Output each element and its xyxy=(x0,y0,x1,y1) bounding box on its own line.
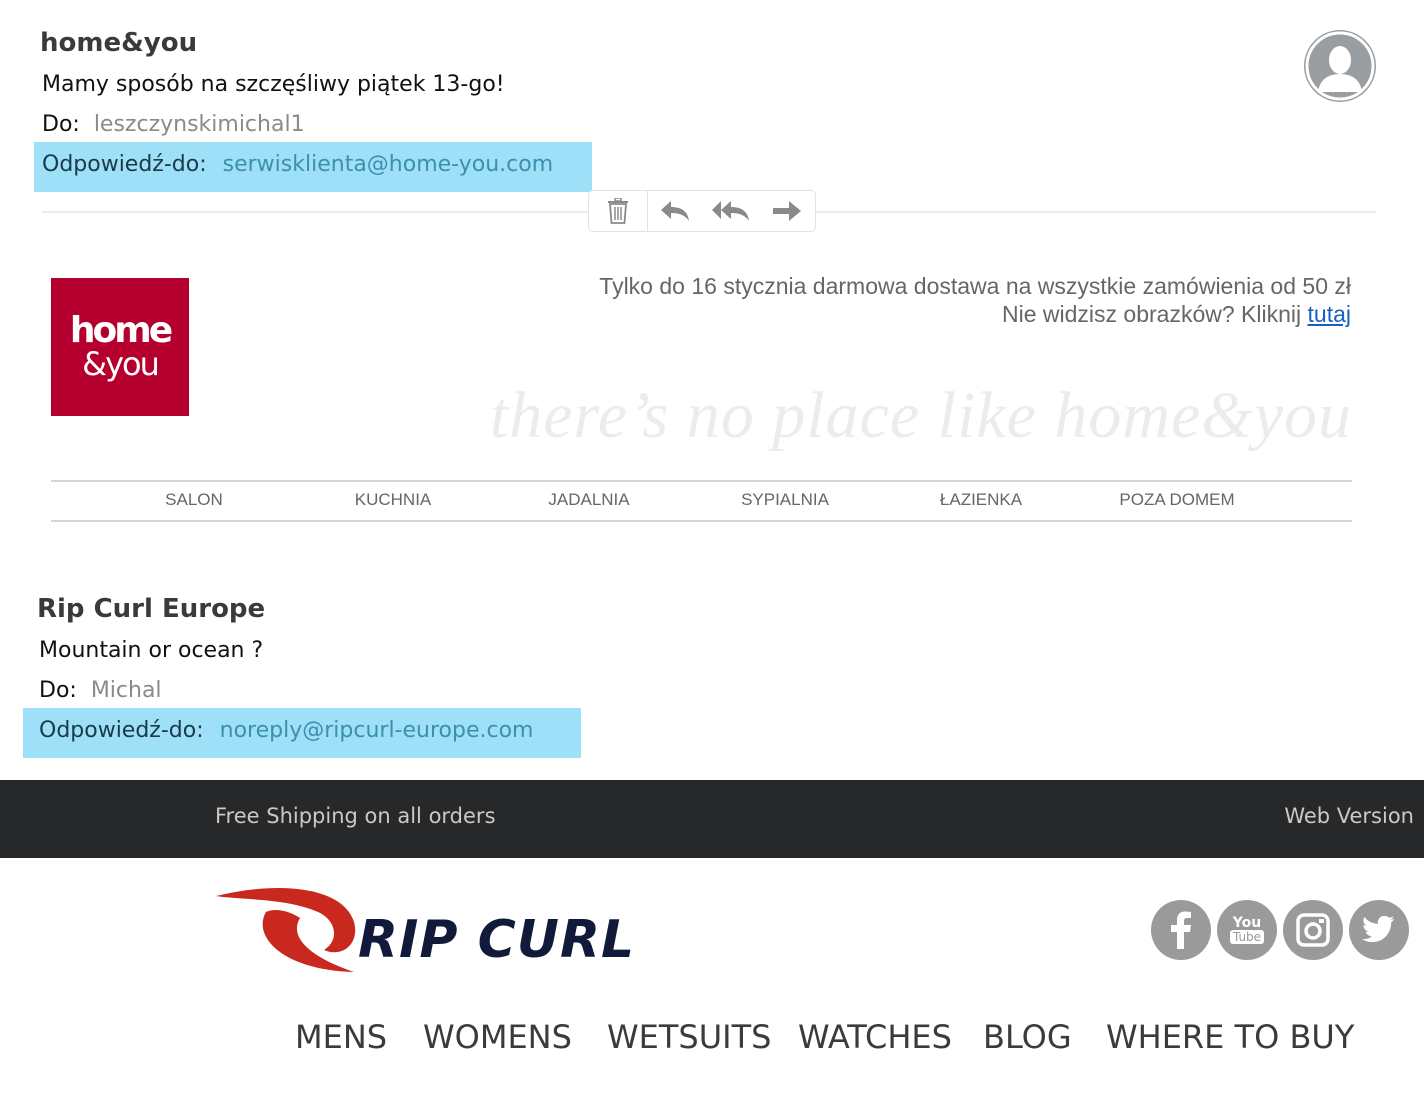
promo-line-images: Nie widzisz obrazków? Kliknij tutaj xyxy=(599,300,1351,328)
email2-to-row: Do: Michal xyxy=(39,678,162,703)
web-version-link[interactable]: Web Version xyxy=(1284,804,1414,828)
homeyou-nav-sypialnia[interactable]: SYPIALNIA xyxy=(741,490,829,510)
reply-to-label: Odpowiedź-do: xyxy=(39,718,204,743)
email1-subject: Mamy sposób na szczęśliwy piątek 13-go! xyxy=(42,72,505,97)
logo-line-you: &you xyxy=(82,345,160,383)
email2-sender: Rip Curl Europe xyxy=(37,594,266,624)
ripcurl-nav-watches[interactable]: WATCHES xyxy=(798,1018,952,1056)
ripcurl-nav-where-to-buy[interactable]: WHERE TO BUY xyxy=(1106,1018,1354,1056)
trash-icon xyxy=(608,198,628,224)
reply-to-value[interactable]: serwisklienta@home-you.com xyxy=(223,152,553,177)
homeyou-nav-jadalnia[interactable]: JADALNIA xyxy=(548,490,629,510)
forward-icon xyxy=(773,201,801,221)
to-label: Do: xyxy=(42,112,80,137)
ripcurl-top-bar: Free Shipping on all orders Web Version xyxy=(0,780,1424,858)
to-label: Do: xyxy=(39,678,77,703)
ripcurl-nav-mens[interactable]: MENS xyxy=(295,1018,387,1056)
header-divider-right xyxy=(814,211,1376,213)
homeyou-nav-salon[interactable]: SALON xyxy=(165,490,223,510)
youtube-button[interactable]: You Tube xyxy=(1217,900,1277,960)
free-shipping-text: Free Shipping on all orders xyxy=(215,804,496,828)
ripcurl-logo-text: RIP CURL xyxy=(358,910,636,970)
to-value[interactable]: leszczynskimichal1 xyxy=(94,112,305,137)
youtube-tube-text: Tube xyxy=(1229,930,1265,944)
homeyou-tagline: there’s no place like home&you xyxy=(489,379,1352,452)
instagram-icon xyxy=(1296,913,1330,947)
homeyou-nav-lazienka[interactable]: ŁAZIENKA xyxy=(940,490,1022,510)
reply-to-label: Odpowiedź-do: xyxy=(42,152,207,177)
promo-images-text: Nie widzisz obrazków? Kliknij xyxy=(1002,301,1308,327)
twitter-icon xyxy=(1362,916,1395,943)
reply-button[interactable] xyxy=(648,191,702,231)
promo-line-shipping: Tylko do 16 stycznia darmowa dostawa na … xyxy=(599,273,1351,299)
homeyou-nav: SALON KUCHNIA JADALNIA SYPIALNIA ŁAZIENK… xyxy=(51,480,1352,522)
twitter-button[interactable] xyxy=(1349,900,1409,960)
ripcurl-nav-blog[interactable]: BLOG xyxy=(983,1018,1072,1056)
homeyou-logo[interactable]: home &you xyxy=(51,278,189,416)
email1-to-row: Do: leszczynskimichal1 xyxy=(42,112,305,137)
promo-text: Tylko do 16 stycznia darmowa dostawa na … xyxy=(599,272,1351,328)
reply-to-value[interactable]: noreply@ripcurl-europe.com xyxy=(220,718,534,743)
avatar[interactable] xyxy=(1304,30,1376,102)
facebook-button[interactable] xyxy=(1151,900,1211,960)
ripcurl-nav-wetsuits[interactable]: WETSUITS xyxy=(607,1018,771,1056)
delete-button[interactable] xyxy=(589,191,647,231)
view-images-link[interactable]: tutaj xyxy=(1308,301,1351,327)
email1-reply-to-row: Odpowiedź-do: serwisklienta@home-you.com xyxy=(34,142,592,192)
person-silhouette-icon xyxy=(1305,31,1375,101)
header-divider-left xyxy=(42,211,588,213)
reply-all-icon xyxy=(712,201,749,221)
message-toolbar xyxy=(588,190,816,232)
forward-button[interactable] xyxy=(760,191,814,231)
reply-icon xyxy=(661,201,689,221)
email2-subject: Mountain or ocean ? xyxy=(39,638,264,663)
instagram-button[interactable] xyxy=(1283,900,1343,960)
ripcurl-logo[interactable]: RIP CURL xyxy=(212,884,718,976)
email1-sender: home&you xyxy=(40,28,198,58)
reply-all-button[interactable] xyxy=(702,191,760,231)
youtube-icon: You Tube xyxy=(1229,915,1265,944)
facebook-icon xyxy=(1171,911,1191,949)
to-value[interactable]: Michal xyxy=(91,678,162,703)
youtube-you-text: You xyxy=(1232,915,1262,931)
homeyou-nav-poza-domem[interactable]: POZA DOMEM xyxy=(1119,490,1234,510)
email2-reply-to-row: Odpowiedź-do: noreply@ripcurl-europe.com xyxy=(23,708,581,758)
ripcurl-nav-womens[interactable]: WOMENS xyxy=(423,1018,572,1056)
logo-line-home: home xyxy=(69,310,173,351)
homeyou-nav-kuchnia[interactable]: KUCHNIA xyxy=(355,490,432,510)
